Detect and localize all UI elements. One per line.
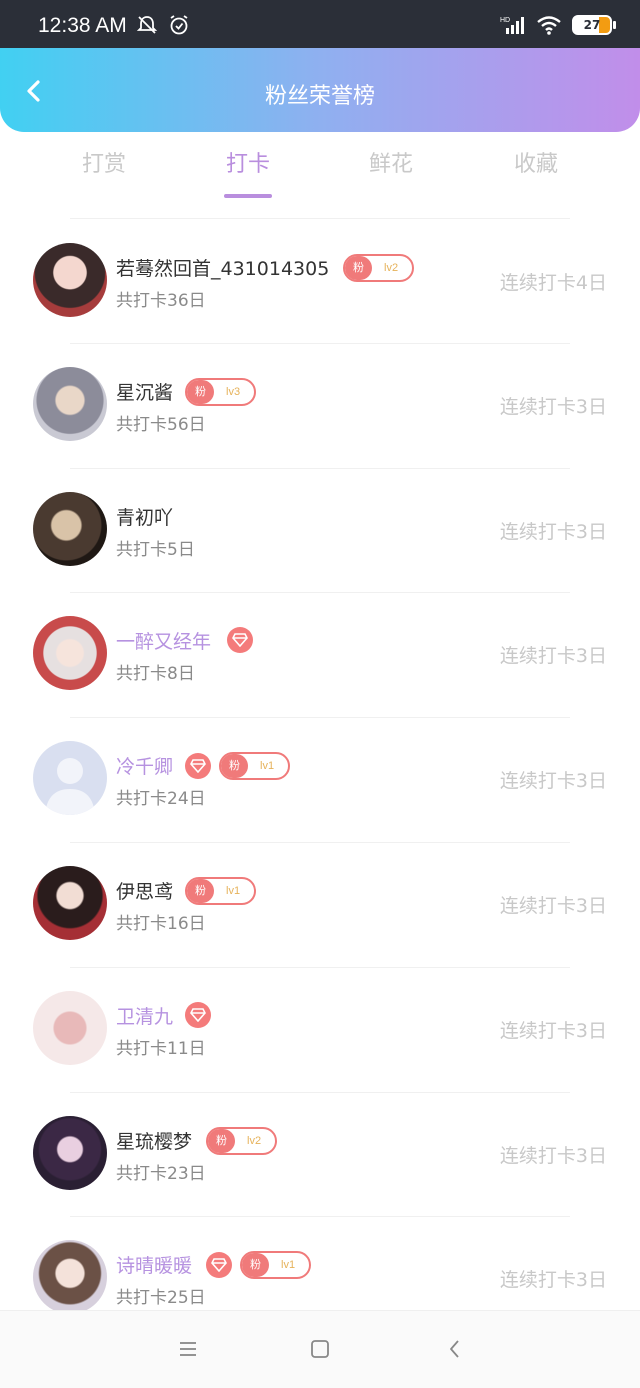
streak-days: 连续打卡3日 [499, 1019, 607, 1042]
fan-level-badge: 粉 lv1 [219, 752, 291, 781]
list-item[interactable]: 若蓦然回首_431014305 粉 lv2 共打卡36日 连续打卡4日 [0, 218, 640, 343]
streak-days: 连续打卡3日 [499, 1144, 607, 1167]
fan-level-badge: 粉 lv2 [343, 254, 415, 282]
tab-checkin[interactable]: 打卡 [188, 146, 308, 178]
divider [70, 1216, 570, 1218]
status-bar: 12:38 AM HD 27 [0, 0, 640, 48]
total-checkins: 共打卡36日 [116, 291, 206, 311]
menu-icon[interactable] [176, 1337, 200, 1361]
signal-icon: HD [500, 17, 524, 34]
total-checkins: 共打卡8日 [116, 664, 195, 685]
user-name[interactable]: 一醉又经年 [116, 627, 211, 654]
avatar[interactable] [33, 243, 107, 317]
streak-days: 连续打卡3日 [499, 645, 607, 668]
divider [70, 592, 570, 594]
total-checkins: 共打卡24日 [116, 789, 206, 810]
svg-text:HD: HD [500, 17, 510, 24]
avatar[interactable] [33, 990, 107, 1065]
total-checkins: 共打卡25日 [116, 1288, 206, 1309]
divider [70, 218, 570, 219]
divider [70, 467, 570, 469]
list-item[interactable]: 青初吖 共打卡5日 连续打卡3日 [0, 467, 640, 593]
diamond-icon [185, 753, 211, 780]
user-name[interactable]: 星沉酱 [116, 378, 173, 405]
system-nav-bar [0, 1310, 640, 1388]
streak-days: 连续打卡4日 [499, 272, 607, 294]
list-item[interactable]: 星琉樱梦 粉 lv2 共打卡23日 连续打卡3日 [0, 1091, 640, 1217]
user-name[interactable]: 青初吖 [116, 503, 173, 530]
total-checkins: 共打卡5日 [116, 539, 195, 560]
user-name[interactable]: 冷千卿 [116, 752, 173, 779]
divider [70, 1091, 570, 1093]
streak-days: 连续打卡3日 [499, 770, 607, 793]
list-item[interactable]: 冷千卿 粉 lv1 共打卡24日 连续打卡3日 [0, 717, 640, 842]
divider [70, 717, 570, 719]
active-tab-indicator [224, 194, 272, 198]
divider [70, 841, 570, 843]
list-item[interactable]: 伊思鸢 粉 lv1 共打卡16日 连续打卡3日 [0, 841, 640, 967]
diamond-icon [206, 1252, 232, 1279]
avatar[interactable] [33, 1240, 107, 1315]
divider [70, 966, 570, 968]
total-checkins: 共打卡11日 [116, 1038, 206, 1059]
user-name[interactable]: 若蓦然回首_431014305 [116, 254, 329, 281]
avatar[interactable] [33, 741, 107, 816]
alarm-icon [170, 15, 188, 35]
fan-ranking-list: 若蓦然回首_431014305 粉 lv2 共打卡36日 连续打卡4日 星沉酱 … [0, 218, 640, 1341]
user-name[interactable]: 伊思鸢 [116, 877, 173, 904]
streak-days: 连续打卡3日 [499, 894, 607, 917]
streak-days: 连续打卡3日 [499, 395, 607, 418]
fan-level-badge: 粉 lv2 [206, 1126, 278, 1155]
avatar[interactable] [33, 1115, 107, 1190]
tab-favorites[interactable]: 收藏 [476, 146, 596, 178]
fan-level-badge: 粉 lv3 [185, 377, 257, 406]
tab-reward[interactable]: 打赏 [44, 146, 164, 178]
page-header: 粉丝荣誉榜 [0, 48, 640, 132]
list-item[interactable]: 星沉酱 粉 lv3 共打卡56日 连续打卡3日 [0, 342, 640, 468]
home-square-icon[interactable] [308, 1337, 332, 1361]
avatar[interactable] [33, 491, 107, 566]
diamond-icon [227, 627, 253, 654]
mute-bell-icon [136, 16, 158, 34]
divider [70, 342, 570, 344]
diamond-icon [185, 1001, 211, 1028]
wifi-icon [537, 16, 561, 35]
fan-level-badge: 粉 lv1 [240, 1251, 312, 1280]
list-item[interactable]: 一醉又经年 共打卡8日 连续打卡3日 [0, 592, 640, 717]
default-avatar-icon [45, 758, 95, 816]
total-checkins: 共打卡16日 [116, 913, 206, 934]
battery-indicator: 27 [572, 15, 616, 35]
fan-level-badge: 粉 lv1 [185, 876, 257, 905]
user-name[interactable]: 卫清九 [116, 1002, 173, 1029]
user-name[interactable]: 诗晴暖暖 [116, 1251, 192, 1278]
avatar[interactable] [33, 366, 107, 441]
streak-days: 连续打卡3日 [499, 520, 607, 543]
tab-flowers[interactable]: 鲜花 [331, 146, 451, 178]
streak-days: 连续打卡3日 [499, 1269, 607, 1292]
user-name[interactable]: 星琉樱梦 [116, 1127, 192, 1154]
total-checkins: 共打卡56日 [116, 414, 206, 435]
status-time: 12:38 AM [38, 14, 127, 37]
nav-back-icon[interactable] [443, 1337, 467, 1361]
total-checkins: 共打卡23日 [116, 1163, 206, 1184]
tab-bar: 打赏 打卡 鲜花 收藏 [0, 146, 640, 206]
avatar[interactable] [33, 865, 107, 940]
avatar[interactable] [33, 616, 107, 691]
page-title: 粉丝荣誉榜 [264, 84, 375, 109]
list-item[interactable]: 卫清九 共打卡11日 连续打卡3日 [0, 966, 640, 1092]
